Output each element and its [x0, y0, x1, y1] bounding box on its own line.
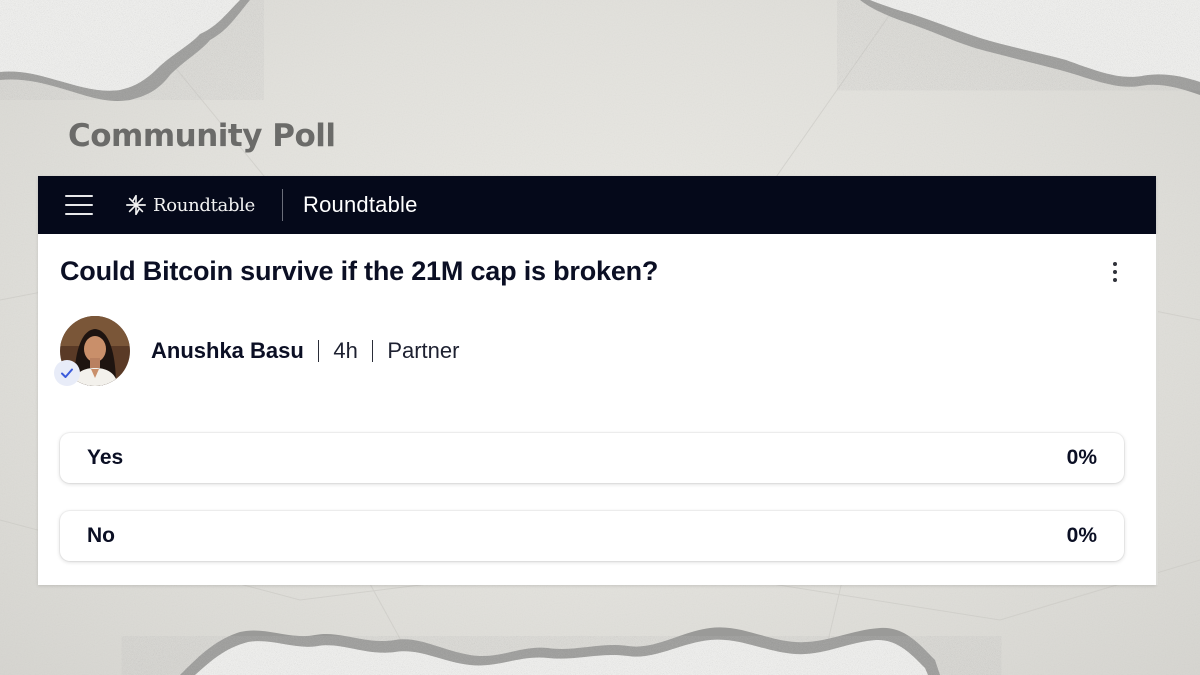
- app-header: Roundtable Roundtable: [38, 176, 1156, 234]
- poll-option-percent: 0%: [1066, 524, 1097, 547]
- author-row: Anushka Basu 4h Partner: [54, 316, 460, 386]
- sparkle-logo-icon: [126, 195, 146, 215]
- author-role: Partner: [387, 338, 460, 363]
- logo-text: Roundtable: [153, 194, 255, 216]
- poll-option-yes[interactable]: Yes 0%: [60, 433, 1124, 483]
- verified-badge: [54, 360, 80, 386]
- section-title: Community Poll: [68, 118, 336, 154]
- avatar[interactable]: [54, 316, 130, 386]
- app-title: Roundtable: [303, 192, 418, 217]
- poll-option-label: Yes: [87, 446, 124, 469]
- poll-question: Could Bitcoin survive if the 21M cap is …: [60, 256, 659, 286]
- meta-separator: [371, 340, 374, 362]
- header-divider: [282, 189, 283, 221]
- check-icon: [61, 368, 73, 378]
- poll-option-label: No: [87, 524, 115, 547]
- app-logo[interactable]: Roundtable: [125, 194, 255, 216]
- kebab-menu-icon[interactable]: [1112, 262, 1118, 282]
- poll-option-no[interactable]: No 0%: [60, 511, 1124, 561]
- hamburger-menu-icon[interactable]: [65, 195, 93, 215]
- poll-card: Roundtable Roundtable Could Bitcoin surv…: [38, 176, 1158, 585]
- poll-option-percent: 0%: [1066, 446, 1097, 469]
- post-time: 4h: [333, 338, 358, 363]
- author-name[interactable]: Anushka Basu: [151, 338, 304, 364]
- meta-separator: [317, 340, 320, 362]
